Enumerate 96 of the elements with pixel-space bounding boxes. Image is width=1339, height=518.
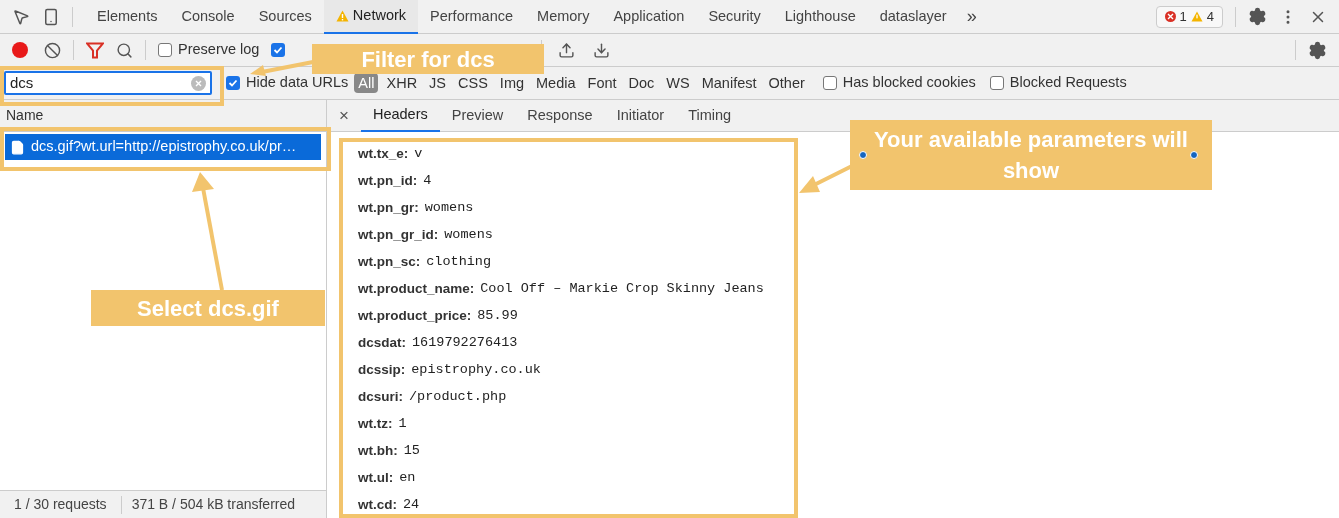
callout-label: Your available parameters will show — [850, 120, 1212, 190]
type-filter[interactable]: All — [354, 73, 379, 93]
callout-label: Filter for dcs — [312, 44, 544, 74]
type-filter[interactable]: WS — [662, 73, 694, 93]
panel-tab[interactable]: Security — [696, 0, 773, 34]
error-count: 1 — [1179, 7, 1187, 26]
param-key: wt.cd: — [358, 494, 397, 516]
more-tabs-button[interactable]: » — [958, 3, 985, 30]
param-value: womens — [424, 198, 474, 217]
clear-field-icon[interactable] — [191, 75, 206, 91]
status-text: 1 / 30 requests — [13, 495, 108, 514]
param-key: wt.tz: — [358, 413, 393, 435]
type-filter[interactable]: CSS — [454, 73, 492, 93]
pointer-arrow — [799, 164, 853, 193]
param-key: wt.pn_id: — [358, 170, 418, 192]
panel-tab[interactable]: Memory — [525, 0, 602, 34]
preserve-log-checkbox[interactable] — [158, 43, 172, 57]
panel-tab[interactable]: dataslayer — [867, 0, 959, 34]
param-key: wt.product_name: — [358, 278, 475, 300]
param-value: 24 — [403, 495, 420, 514]
param-key: dcsdat: — [358, 332, 406, 354]
export-icon[interactable] — [593, 41, 611, 59]
param-value: clothing — [426, 252, 492, 271]
request-name: dcs.gif?wt.url=http://epistrophy.co.uk/pr… — [31, 137, 297, 157]
type-filter[interactable]: Manifest — [697, 73, 761, 93]
param-value: 1 — [398, 414, 407, 433]
filter-value: dcs — [10, 72, 35, 93]
param-key: dcssip: — [358, 359, 406, 381]
inspect-icon[interactable] — [12, 7, 30, 26]
param-value: 85.99 — [477, 306, 518, 325]
type-filter[interactable]: Doc — [624, 73, 659, 93]
record-button[interactable] — [12, 42, 28, 58]
request-row[interactable]: dcs.gif?wt.url=http://epistrophy.co.uk/pr… — [5, 134, 321, 160]
param-key: wt.pn_sc: — [358, 251, 421, 273]
disable-cache-checkbox[interactable] — [271, 42, 286, 57]
hide-data-urls-checkbox[interactable] — [226, 76, 240, 90]
param-key: wt.tx_e: — [358, 143, 409, 165]
param-value: 4 — [423, 171, 432, 190]
filter-icon[interactable] — [86, 41, 104, 59]
param-key: wt.pn_gr: — [358, 197, 419, 219]
pointer-arrow — [250, 60, 314, 76]
filter-checkbox[interactable] — [822, 76, 837, 90]
filter-checkbox[interactable] — [989, 76, 1004, 90]
search-icon[interactable] — [116, 41, 133, 59]
param-key: wt.ul: — [358, 467, 394, 489]
settings-icon[interactable] — [1248, 7, 1267, 26]
details-tab[interactable]: Headers — [360, 99, 440, 132]
param-key: dcsuri: — [358, 386, 403, 408]
param-value: en — [399, 468, 416, 487]
details-tab[interactable]: Response — [515, 99, 605, 132]
param-key: wt.pn_gr_id: — [358, 224, 439, 246]
panel-tab[interactable]: Elements — [85, 0, 170, 34]
import-icon[interactable] — [558, 41, 576, 59]
settings-icon[interactable] — [1308, 40, 1327, 60]
param-value: v — [414, 144, 423, 163]
details-tab[interactable]: Timing — [676, 99, 744, 132]
details-tab[interactable]: Preview — [439, 99, 516, 132]
type-filter[interactable]: JS — [425, 73, 451, 93]
panel-tab[interactable]: Lighthouse — [772, 0, 868, 34]
document-icon — [10, 138, 25, 156]
panel-tab[interactable]: Application — [601, 0, 697, 34]
checkbox-label: Blocked Requests — [1009, 73, 1127, 93]
status-text: 371 B / 504 kB transferred — [130, 495, 297, 514]
param-value: 1619792276413 — [412, 333, 518, 352]
panel-tab[interactable]: Sources — [246, 0, 324, 34]
param-value: epistrophy.co.uk — [411, 360, 541, 379]
checkbox-label: Hide data URLs — [246, 73, 349, 93]
checkmark-icon — [273, 44, 284, 55]
issues-counter[interactable]: 1 4 — [1155, 5, 1223, 28]
checkmark-icon — [228, 78, 238, 88]
type-filter[interactable]: XHR — [382, 73, 422, 93]
warning-count: 4 — [1206, 7, 1214, 26]
type-filter[interactable]: Img — [495, 73, 529, 93]
type-filter[interactable]: Media — [532, 73, 580, 93]
warning-icon — [1190, 11, 1203, 22]
param-value: /product.php — [409, 387, 507, 406]
close-button[interactable]: × — [327, 102, 361, 129]
param-key: wt.product_price: — [358, 305, 472, 327]
checkbox-label: Has blocked cookies — [842, 73, 976, 93]
filter-field[interactable]: dcs — [4, 71, 212, 95]
type-filter[interactable]: Font — [583, 73, 621, 93]
param-value: womens — [444, 225, 493, 244]
param-key: wt.bh: — [358, 440, 398, 462]
callout-label: Select dcs.gif — [91, 290, 325, 326]
panel-tab[interactable]: Network — [323, 0, 419, 34]
panel-tab[interactable]: Console — [169, 0, 247, 34]
error-icon — [1164, 11, 1176, 22]
clear-icon[interactable] — [44, 41, 61, 59]
details-tab[interactable]: Initiator — [604, 99, 677, 132]
warning-icon — [335, 9, 349, 22]
param-value: Cool Off – Markie Crop Skinny Jeans — [480, 279, 764, 298]
type-filter[interactable]: Other — [764, 73, 809, 93]
param-value: 15 — [403, 441, 420, 460]
checkbox-label: Preserve log — [178, 40, 260, 60]
device-toolbar-icon[interactable] — [42, 7, 60, 26]
panel-tab[interactable]: Performance — [418, 0, 526, 34]
